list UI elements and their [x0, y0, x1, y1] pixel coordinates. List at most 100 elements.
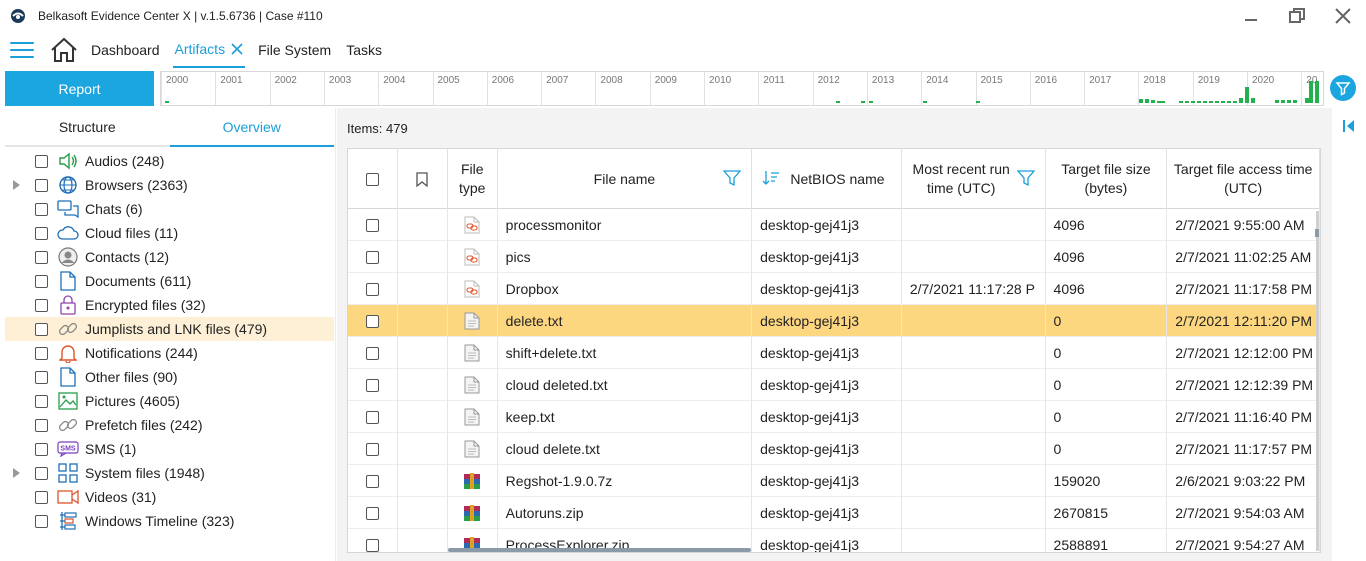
timeline-year[interactable]: 2001	[215, 72, 269, 105]
sidebar-item-checkbox[interactable]	[35, 226, 48, 240]
row-bookmark-cell[interactable]	[398, 497, 448, 529]
column-filter-icon[interactable]	[723, 169, 742, 187]
timeline-year[interactable]: 2011	[758, 72, 812, 105]
header-most-recent-run[interactable]: Most recent run time (UTC)	[902, 149, 1046, 209]
row-select-cell[interactable]	[348, 337, 398, 369]
row-checkbox[interactable]	[365, 218, 379, 232]
sidebar-item[interactable]: Prefetch files (242)	[5, 413, 334, 437]
row-bookmark-cell[interactable]	[398, 241, 448, 273]
row-bookmark-cell[interactable]	[398, 305, 448, 337]
column-filter-icon[interactable]	[1016, 169, 1035, 187]
row-select-cell[interactable]	[348, 273, 398, 305]
header-select-all[interactable]	[348, 149, 398, 209]
sidebar-item-checkbox[interactable]	[35, 418, 48, 432]
timeline-year[interactable]: 2010	[704, 72, 758, 105]
row-select-cell[interactable]	[348, 497, 398, 529]
row-checkbox[interactable]	[365, 538, 379, 552]
header-target-access[interactable]: Target file access time (UTC)	[1167, 149, 1320, 209]
row-bookmark-cell[interactable]	[398, 273, 448, 305]
expand-arrow-icon[interactable]	[13, 180, 21, 190]
timeline-year[interactable]: 2002	[269, 72, 324, 105]
sidebar-item[interactable]: Cloud files (11)	[5, 221, 334, 245]
tab-structure[interactable]: Structure	[5, 108, 170, 147]
home-button[interactable]	[50, 36, 78, 64]
sidebar-item[interactable]: Pictures (4605)	[5, 389, 334, 413]
close-window-button[interactable]	[1320, 0, 1366, 32]
sidebar-item-checkbox[interactable]	[35, 370, 48, 384]
select-all-checkbox[interactable]	[365, 172, 379, 186]
table-row[interactable]: cloud deleted.txt desktop-gej41j3 0 2/7/202…	[348, 369, 1320, 401]
sidebar-item[interactable]: Other files (90)	[5, 365, 334, 389]
timeline-year[interactable]: 2009	[649, 72, 704, 105]
report-button[interactable]: Report	[5, 71, 154, 106]
table-row[interactable]: Autoruns.zip desktop-gej41j3 2670815 2/7/20…	[348, 497, 1320, 529]
sidebar-item[interactable]: Documents (611)	[5, 269, 334, 293]
timeline-year[interactable]: 2004	[378, 72, 432, 105]
row-bookmark-cell[interactable]	[398, 337, 448, 369]
vertical-scrollbar[interactable]	[1316, 211, 1319, 551]
header-file-type[interactable]: File type	[448, 149, 498, 209]
tab-dashboard[interactable]: Dashboard	[89, 32, 162, 68]
header-netbios[interactable]: NetBIOS name	[752, 149, 902, 209]
table-row[interactable]: Dropbox desktop-gej41j3 2/7/2021 11:17:28 …	[348, 273, 1320, 305]
sort-descending-icon[interactable]	[762, 169, 780, 187]
row-checkbox[interactable]	[365, 474, 379, 488]
sidebar-item[interactable]: Jumplists and LNK files (479)	[5, 317, 334, 341]
restore-button[interactable]	[1274, 0, 1320, 32]
sidebar-item[interactable]: Chats (6)	[5, 197, 334, 221]
sidebar-item-checkbox[interactable]	[35, 394, 48, 408]
sidebar-item[interactable]: Browsers (2363)	[5, 173, 334, 197]
row-checkbox[interactable]	[365, 314, 379, 328]
timeline-year[interactable]: 2007	[541, 72, 595, 105]
table-row[interactable]: pics desktop-gej41j3 4096 2/7/2021 11:02:25…	[348, 241, 1320, 273]
row-select-cell[interactable]	[348, 529, 398, 552]
row-bookmark-cell[interactable]	[398, 433, 448, 465]
timeline-year[interactable]: 2000	[161, 72, 215, 105]
row-bookmark-cell[interactable]	[398, 465, 448, 497]
row-bookmark-cell[interactable]	[398, 529, 448, 552]
horizontal-scrollbar[interactable]	[448, 548, 751, 552]
sidebar-item-checkbox[interactable]	[35, 274, 48, 288]
sidebar-item[interactable]: Encrypted files (32)	[5, 293, 334, 317]
header-target-size[interactable]: Target file size (bytes)	[1046, 149, 1168, 209]
sidebar-item-checkbox[interactable]	[35, 202, 48, 216]
timeline-year[interactable]: 2014	[921, 72, 975, 105]
row-select-cell[interactable]	[348, 369, 398, 401]
close-tab-icon[interactable]	[231, 43, 243, 55]
table-row[interactable]: delete.txt desktop-gej41j3 0 2/7/2021 12:11…	[348, 305, 1320, 337]
sidebar-item[interactable]: System files (1948)	[5, 461, 334, 485]
row-checkbox[interactable]	[365, 282, 379, 296]
row-bookmark-cell[interactable]	[398, 401, 448, 433]
timeline[interactable]: 2000 2001 2002 2003 2004 2005 2006 2007 2008 2009…	[160, 71, 1324, 106]
table-row[interactable]: keep.txt desktop-gej41j3 0 2/7/2021 11:16:4…	[348, 401, 1320, 433]
timeline-year[interactable]: 2006	[486, 72, 541, 105]
timeline-year[interactable]: 2013	[866, 72, 921, 105]
row-select-cell[interactable]	[348, 241, 398, 273]
sidebar-item[interactable]: Notifications (244)	[5, 341, 334, 365]
table-row[interactable]: shift+delete.txt desktop-gej41j3 0 2/7/2021…	[348, 337, 1320, 369]
header-file-name[interactable]: File name	[498, 149, 753, 209]
menu-icon[interactable]	[10, 40, 34, 60]
row-checkbox[interactable]	[365, 506, 379, 520]
sidebar-item-checkbox[interactable]	[35, 298, 48, 312]
row-checkbox[interactable]	[365, 250, 379, 264]
row-select-cell[interactable]	[348, 465, 398, 497]
row-select-cell[interactable]	[348, 401, 398, 433]
row-select-cell[interactable]	[348, 305, 398, 337]
sidebar-item[interactable]: Windows Timeline (323)	[5, 509, 334, 533]
timeline-year[interactable]: 2016	[1029, 72, 1084, 105]
row-checkbox[interactable]	[365, 442, 379, 456]
sidebar-item-checkbox[interactable]	[35, 346, 48, 360]
sidebar-item-checkbox[interactable]	[35, 442, 48, 456]
sidebar-item[interactable]: Audios (248)	[5, 149, 334, 173]
timeline-year[interactable]: 2003	[323, 72, 378, 105]
table-row[interactable]: processmonitor desktop-gej41j3 4096 2/7/202…	[348, 209, 1320, 241]
expand-arrow-icon[interactable]	[13, 468, 21, 478]
vertical-scrollbar-thumb[interactable]	[1315, 229, 1319, 237]
sidebar-item-checkbox[interactable]	[35, 250, 48, 264]
sidebar-item[interactable]: SMS SMS (1)	[5, 437, 334, 461]
row-checkbox[interactable]	[365, 346, 379, 360]
sidebar-item-checkbox[interactable]	[35, 178, 48, 192]
sidebar-item-checkbox[interactable]	[35, 490, 48, 504]
sidebar-item[interactable]: Videos (31)	[5, 485, 334, 509]
